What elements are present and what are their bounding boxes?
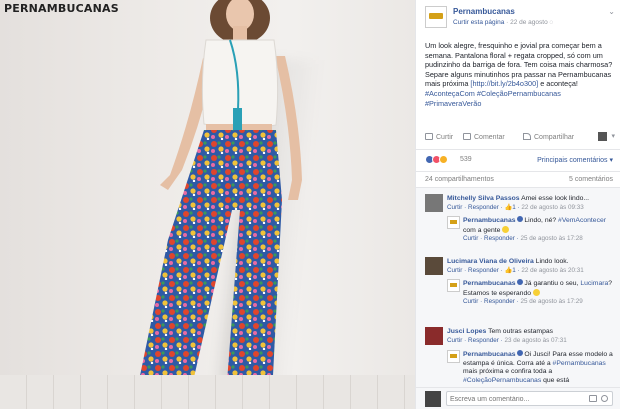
reply: Pernambucanas Oi Jusci! Para esse modelo… — [463, 350, 613, 384]
comment-time[interactable]: 22 de agosto às 09:33 — [521, 204, 583, 211]
like-page-link[interactable]: Curtir esta página — [453, 19, 504, 26]
post-header: Pernambucanas Curtir esta página · 22 de… — [425, 5, 615, 31]
comments-list: Mitchelly Silva Passos Amei esse look li… — [416, 187, 620, 387]
comment-input[interactable] — [450, 394, 580, 404]
post-link[interactable]: [http://bit.ly/2b4o300] — [470, 79, 538, 88]
comment-meta: Curtir · Responder · 23 de agosto às 07:… — [447, 336, 567, 344]
post-subline: Curtir esta página · 22 de agosto ◌ — [453, 19, 554, 26]
page-avatar[interactable] — [447, 216, 460, 229]
reactions-bar: 539 Principais comentários ▾ — [416, 149, 620, 169]
smile-emoji-icon — [502, 225, 510, 233]
post-hashtags[interactable]: #AconteçaCom #ColeçãoPernambucanas #Prim… — [425, 89, 561, 108]
like-button[interactable]: Curtir — [425, 133, 453, 141]
comment: Lucimara Viana de Oliveira Lindo look. C… — [447, 258, 584, 274]
comment-author[interactable]: Pernambucanas — [463, 217, 516, 224]
comment-button[interactable]: Comentar — [463, 133, 505, 141]
comment-like-count: 👍1 — [504, 203, 516, 211]
model-illustration — [136, 0, 302, 405]
share-icon — [523, 133, 531, 140]
comment-sort-select[interactable]: Principais comentários ▾ — [537, 156, 613, 164]
comment-meta: Curtir · Responder · 👍1 · 22 de agosto à… — [447, 203, 584, 211]
page-name[interactable]: Pernambucanas — [453, 7, 515, 16]
comment-icon — [463, 133, 471, 140]
globe-icon: ◌ — [549, 19, 554, 26]
page-avatar[interactable] — [447, 350, 460, 363]
page-avatar[interactable] — [425, 6, 447, 28]
camera-icon[interactable] — [589, 395, 597, 402]
chevron-down-icon[interactable]: ⌄ — [608, 7, 615, 16]
comment-text: Amei esse look lindo... — [521, 195, 590, 202]
reaction-count[interactable]: 539 — [460, 156, 472, 163]
avatar[interactable] — [425, 327, 443, 345]
post-actions: Curtir Comentar Compartilhar ▾ — [425, 131, 615, 145]
floor — [0, 375, 415, 409]
comment-meta: Curtir · Responder · 25 de agosto às 17:… — [463, 235, 583, 243]
comment-meta: Curtir · Responder · 👍1 · 22 de agosto à… — [447, 266, 584, 274]
comment-count[interactable]: 5 comentários — [569, 176, 613, 183]
comment-meta: Curtir · Responder · 25 de agosto às 17:… — [463, 298, 583, 306]
photo-watermark: PERNAMBUCANAS — [4, 2, 119, 15]
post-text: Um look alegre, fresquinho e jovial pra … — [425, 41, 615, 108]
thumbs-up-icon — [425, 133, 433, 140]
comment-like-link[interactable]: Curtir — [447, 204, 462, 211]
chevron-down-icon[interactable]: ▾ — [611, 132, 615, 140]
post-side-panel: Pernambucanas Curtir esta página · 22 de… — [415, 0, 620, 409]
comment-composer — [416, 387, 620, 409]
verified-icon — [516, 279, 523, 285]
avatar[interactable] — [425, 257, 443, 275]
share-button[interactable]: Compartilhar — [523, 133, 574, 141]
comment-reply-link[interactable]: Responder — [468, 204, 499, 211]
wow-reaction-icon — [439, 155, 448, 164]
post-photo[interactable]: PERNAMBUCANAS — [0, 0, 415, 409]
engagement-counts: 24 compartilhamentos 5 comentários — [416, 171, 620, 186]
verified-icon — [516, 216, 523, 222]
comment: Mitchelly Silva Passos Amei esse look li… — [447, 195, 615, 212]
comment-author[interactable]: Mitchelly Silva Passos — [447, 195, 520, 202]
reaction-icons[interactable] — [425, 155, 448, 166]
avatar[interactable] — [425, 194, 443, 212]
reply: Pernambucanas Já garantiu o seu, Lucimar… — [463, 279, 613, 306]
verified-icon — [516, 350, 523, 356]
reply: Pernambucanas Lindo, né? #VemAcontecer c… — [463, 216, 607, 243]
hashtag-link[interactable]: #VemAcontecer — [558, 217, 606, 224]
share-count[interactable]: 24 compartilhamentos — [425, 176, 494, 183]
post-date[interactable]: 22 de agosto — [510, 19, 548, 26]
smile-emoji-icon — [532, 288, 540, 296]
emoji-icon[interactable] — [601, 395, 608, 402]
comment: Jusci Lopes Tem outras estampas Curtir ·… — [447, 328, 567, 344]
page-avatar[interactable] — [447, 279, 460, 292]
comment-box[interactable] — [446, 391, 613, 406]
avatar[interactable] — [425, 391, 441, 407]
post-body-2: e aconteça! — [538, 79, 578, 89]
actor-avatar[interactable] — [598, 132, 607, 141]
